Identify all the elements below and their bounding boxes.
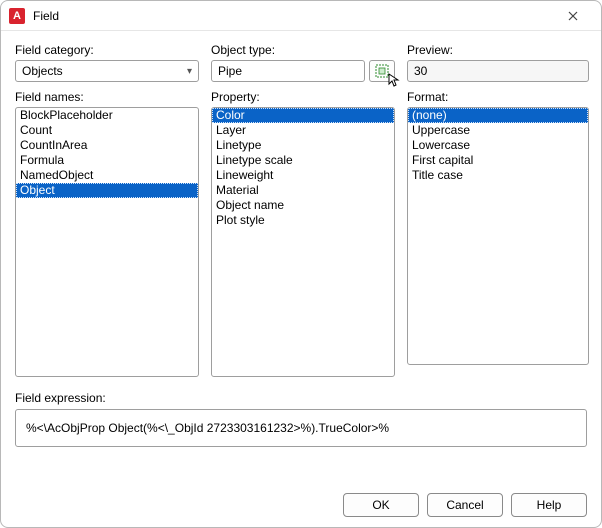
preview-value: 30 bbox=[414, 64, 427, 78]
chevron-down-icon: ▾ bbox=[187, 66, 192, 77]
list-item[interactable]: BlockPlaceholder bbox=[16, 108, 198, 123]
list-item[interactable]: Object bbox=[16, 183, 198, 198]
field-expression-label: Field expression: bbox=[15, 391, 587, 405]
list-item[interactable]: Color bbox=[212, 108, 394, 123]
preview-value-box: 30 bbox=[407, 60, 589, 82]
field-category-value: Objects bbox=[22, 64, 63, 78]
list-item[interactable]: Layer bbox=[212, 123, 394, 138]
field-names-label: Field names: bbox=[15, 90, 199, 104]
property-label: Property: bbox=[211, 90, 395, 104]
help-button[interactable]: Help bbox=[511, 493, 587, 517]
list-item[interactable]: Material bbox=[212, 183, 394, 198]
format-label: Format: bbox=[407, 90, 589, 104]
field-expression-value: %<\AcObjProp Object(%<\_ObjId 2723303161… bbox=[26, 421, 389, 435]
field-category-label: Field category: bbox=[15, 43, 199, 57]
list-item[interactable]: Uppercase bbox=[408, 123, 588, 138]
field-category-select[interactable]: Objects ▾ bbox=[15, 60, 199, 82]
close-icon bbox=[568, 11, 578, 21]
object-type-input[interactable]: Pipe bbox=[211, 60, 365, 82]
list-item[interactable]: Title case bbox=[408, 168, 588, 183]
list-item[interactable]: Object name bbox=[212, 198, 394, 213]
dialog-footer: OK Cancel Help bbox=[15, 481, 587, 517]
window-title: Field bbox=[33, 9, 59, 23]
list-item[interactable]: Lowercase bbox=[408, 138, 588, 153]
list-item[interactable]: (none) bbox=[408, 108, 588, 123]
list-item[interactable]: Formula bbox=[16, 153, 198, 168]
close-button[interactable] bbox=[551, 2, 595, 30]
list-item[interactable]: Linetype scale bbox=[212, 153, 394, 168]
property-list[interactable]: ColorLayerLinetypeLinetype scaleLineweig… bbox=[211, 107, 395, 377]
format-list[interactable]: (none)UppercaseLowercaseFirst capitalTit… bbox=[407, 107, 589, 365]
preview-label: Preview: bbox=[407, 43, 589, 57]
list-item[interactable]: First capital bbox=[408, 153, 588, 168]
field-expression-box: %<\AcObjProp Object(%<\_ObjId 2723303161… bbox=[15, 409, 587, 447]
cancel-button[interactable]: Cancel bbox=[427, 493, 503, 517]
object-type-value: Pipe bbox=[218, 64, 242, 78]
list-item[interactable]: NamedObject bbox=[16, 168, 198, 183]
select-object-icon bbox=[374, 63, 390, 79]
field-names-list[interactable]: BlockPlaceholderCountCountInAreaFormulaN… bbox=[15, 107, 199, 377]
list-item[interactable]: Lineweight bbox=[212, 168, 394, 183]
object-type-label: Object type: bbox=[211, 43, 395, 57]
titlebar: A Field bbox=[1, 1, 601, 31]
list-item[interactable]: Linetype bbox=[212, 138, 394, 153]
list-item[interactable]: CountInArea bbox=[16, 138, 198, 153]
select-object-button[interactable] bbox=[369, 60, 395, 82]
ok-button[interactable]: OK bbox=[343, 493, 419, 517]
list-item[interactable]: Count bbox=[16, 123, 198, 138]
app-icon: A bbox=[9, 8, 25, 24]
list-item[interactable]: Plot style bbox=[212, 213, 394, 228]
